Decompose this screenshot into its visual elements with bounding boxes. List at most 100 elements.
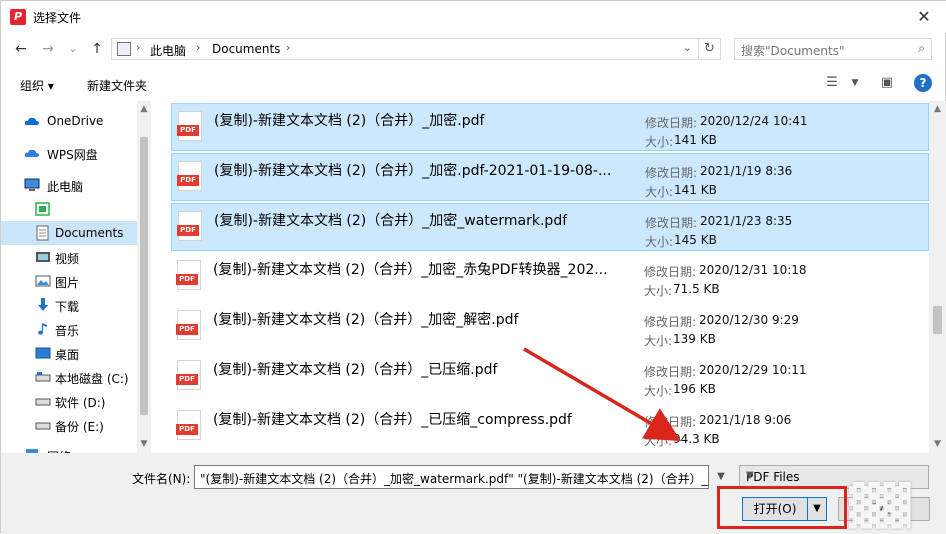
file-row[interactable]: PDF (复制)-新建文本文档 (2)（合并）_加密.pdf 修改日期: 2020/1… <box>171 103 929 151</box>
sidebar-scrollbar[interactable]: ▲ ▼ <box>137 101 151 453</box>
forward-arrow-icon[interactable]: → <box>38 39 58 59</box>
file-row[interactable]: PDF (复制)-新建文本文档 (2)（合并）_加密_解密.pdf 修改日期: 202… <box>171 303 929 351</box>
file-row[interactable]: PDF (复制)-新建文本文档 (2)（合并）_加密_watermark.pdf 修… <box>171 203 929 251</box>
file-date: 2021/1/23 8:35 <box>700 214 793 228</box>
pdf-tag: PDF <box>176 324 198 335</box>
file-size: 94.3 KB <box>673 432 720 446</box>
scroll-up-icon[interactable]: ▲ <box>137 104 151 114</box>
file-row[interactable]: PDF (复制)-新建文本文档 (2)（合并）_已压缩_compress.pdf 修… <box>171 403 929 451</box>
file-dialog: P 选择文件 ✕ ← → ⌄ ↑ › 此电脑 › Documents › ⌄ ↻… <box>0 0 946 534</box>
date-label: 修改日期: <box>644 265 697 279</box>
computer-icon <box>24 178 40 191</box>
file-size: 71.5 KB <box>673 282 720 296</box>
desktop-icon <box>35 347 51 359</box>
sidebar-item-this-pc[interactable]: 此电脑 <box>1 173 137 197</box>
file-row[interactable]: PDF (复制)-新建文本文档 (2)（合并）_加密.pdf-2021-01-19… <box>171 153 929 201</box>
sidebar-item-videos[interactable]: 视频 <box>1 245 137 269</box>
scroll-down-icon[interactable]: ▼ <box>137 439 151 449</box>
pdf-tag: PDF <box>177 225 199 236</box>
size-label: 大小: <box>645 235 674 249</box>
scrollbar-thumb[interactable] <box>140 137 148 415</box>
file-date: 2020/12/31 10:18 <box>699 263 807 277</box>
chevron-down-icon[interactable]: ⌄ <box>683 41 692 54</box>
scrollbar-thumb[interactable] <box>933 306 942 334</box>
filename-label: 文件名(N): <box>132 472 191 486</box>
date-label: 修改日期: <box>645 116 698 130</box>
refresh-icon[interactable]: ↻ <box>699 38 721 60</box>
drive-icon <box>35 398 51 406</box>
scroll-down-icon[interactable]: ▼ <box>929 439 946 449</box>
preview-pane-icon[interactable]: ▣ <box>878 74 896 92</box>
picture-icon <box>35 275 51 287</box>
chevron-down-icon[interactable]: ▼ <box>846 74 864 92</box>
sidebar-item-desktop[interactable]: 桌面 <box>1 341 137 365</box>
sidebar-item-pictures[interactable]: 图片 <box>1 269 137 293</box>
date-label: 修改日期: <box>645 166 698 180</box>
file-size: 145 KB <box>674 233 717 247</box>
search-box[interactable]: 搜索"Documents" ⌕ <box>734 38 932 60</box>
filename-input[interactable]: "(复制)-新建文本文档 (2)（合并）_加密_watermark.pdf" "… <box>194 465 709 489</box>
filename-value: "(复制)-新建文本文档 (2)（合并）_加密_watermark.pdf" "… <box>200 472 709 486</box>
sidebar-item-drive-c[interactable]: 本地磁盘 (C:) <box>1 365 137 389</box>
sidebar-item-label: 本地磁盘 (C:) <box>55 372 129 386</box>
pdf-file-icon: PDF <box>176 260 201 290</box>
size-label: 大小: <box>644 334 673 348</box>
pdf-file-icon: PDF <box>177 161 202 191</box>
pdf-file-icon: PDF <box>177 111 202 141</box>
view-options-icon[interactable]: ☰ <box>823 74 841 92</box>
file-name: (复制)-新建文本文档 (2)（合并）_加密.pdf-2021-01-19-08… <box>214 163 612 179</box>
sidebar-item-drive-d[interactable]: 软件 (D:) <box>1 389 137 413</box>
file-date: 2020/12/24 10:41 <box>700 114 808 128</box>
cloud-icon <box>24 149 39 157</box>
file-size: 141 KB <box>674 183 717 197</box>
recent-locations-icon[interactable]: ⌄ <box>63 39 83 59</box>
file-list-scrollbar[interactable]: ▲ ▼ <box>929 101 946 453</box>
sidebar-item-label: 视频 <box>55 252 80 266</box>
address-bar[interactable]: › 此电脑 › Documents › ⌄ <box>111 38 699 60</box>
scroll-up-icon[interactable]: ▲ <box>929 104 946 114</box>
wps-pdf-icon: P <box>10 9 26 25</box>
organize-button[interactable]: 组织 ▾ <box>20 77 54 94</box>
breadcrumb-separator-icon: › <box>286 41 291 54</box>
file-size: 139 KB <box>673 332 716 346</box>
file-name: (复制)-新建文本文档 (2)（合并）_已压缩.pdf <box>213 362 498 378</box>
breadcrumb-this-pc[interactable]: 此电脑 <box>150 42 186 59</box>
size-label: 大小: <box>644 284 673 298</box>
sidebar-item-green-folder[interactable] <box>1 197 137 221</box>
sidebar-item-label: 图片 <box>55 276 80 290</box>
search-icon: ⌕ <box>918 41 925 55</box>
file-row[interactable]: PDF (复制)-新建文本文档 (2)（合并）_加密_赤兔PDF转换器_202..… <box>171 253 929 301</box>
search-input[interactable]: 搜索"Documents" <box>741 42 844 59</box>
pdf-file-icon: PDF <box>177 211 202 241</box>
file-date: 2021/1/19 8:36 <box>700 164 793 178</box>
watermark-logo: ▓▓ <box>849 483 911 529</box>
sidebar-item-wps-cloud[interactable]: WPS网盘 <box>1 141 137 165</box>
sidebar-item-label: OneDrive <box>47 114 104 128</box>
size-label: 大小: <box>644 384 673 398</box>
pdf-tag: PDF <box>176 274 198 285</box>
cloud-icon <box>24 117 39 125</box>
date-label: 修改日期: <box>645 216 698 230</box>
highlight-box <box>717 486 847 529</box>
sidebar-item-onedrive[interactable]: OneDrive <box>1 109 137 133</box>
sidebar-item-downloads[interactable]: 下载 <box>1 293 137 317</box>
sidebar-item-drive-e[interactable]: 备份 (E:) <box>1 413 137 437</box>
pdf-tag: PDF <box>176 424 198 435</box>
file-date: 2020/12/30 9:29 <box>699 313 799 327</box>
pdf-tag: PDF <box>176 374 198 385</box>
close-button[interactable]: ✕ <box>901 1 946 33</box>
file-size: 141 KB <box>674 133 717 147</box>
back-arrow-icon[interactable]: ← <box>11 39 31 59</box>
sidebar-item-label: Documents <box>55 226 124 240</box>
sidebar-item-music[interactable]: 音乐 <box>1 317 137 341</box>
sidebar-item-documents[interactable]: Documents <box>1 221 137 245</box>
documents-icon <box>36 225 49 241</box>
help-icon[interactable]: ? <box>914 74 932 92</box>
size-label: 大小: <box>644 434 673 448</box>
new-folder-button[interactable]: 新建文件夹 <box>87 77 147 94</box>
breadcrumb-documents[interactable]: Documents <box>212 42 280 56</box>
sidebar-item-network[interactable]: 网络 <box>1 443 137 453</box>
file-row[interactable]: PDF (复制)-新建文本文档 (2)（合并）_已压缩.pdf 修改日期: 2020/… <box>171 353 929 401</box>
up-arrow-icon[interactable]: ↑ <box>87 39 107 59</box>
drive-icon <box>35 372 51 382</box>
